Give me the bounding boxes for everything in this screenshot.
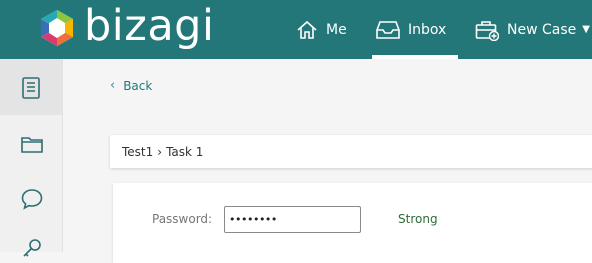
- password-strength-indicator: Strong: [398, 212, 438, 226]
- caret-down-icon[interactable]: ▼: [582, 24, 590, 35]
- password-label: Password:: [152, 212, 213, 226]
- breadcrumb-task: Task 1: [166, 144, 204, 159]
- nav-new-case[interactable]: New Case ▼: [475, 0, 590, 59]
- back-label: Back: [123, 78, 153, 93]
- key-icon[interactable]: [20, 237, 44, 259]
- back-link[interactable]: ‹ Back: [110, 78, 152, 93]
- chat-bubble-icon[interactable]: [20, 187, 44, 211]
- nav-me[interactable]: Me: [296, 0, 347, 59]
- folder-icon[interactable]: [20, 134, 44, 154]
- briefcase-add-icon: [475, 20, 499, 41]
- chevron-left-icon: ‹: [110, 78, 116, 93]
- inbox-tray-icon: [376, 20, 400, 39]
- home-icon: [297, 20, 317, 39]
- password-field[interactable]: [224, 206, 361, 233]
- top-navigation-bar: bizagi Me Inbox New Case ▼: [0, 0, 592, 59]
- nav-me-label: Me: [326, 21, 347, 38]
- nav-new-case-label: New Case: [507, 21, 577, 38]
- breadcrumb-case[interactable]: Test1: [122, 145, 153, 159]
- breadcrumb-separator: ›: [157, 144, 163, 159]
- nav-inbox[interactable]: Inbox: [372, 0, 459, 59]
- active-tab-indicator: [372, 55, 459, 59]
- breadcrumb: Test1 › Task 1: [110, 135, 592, 168]
- nav-inbox-label: Inbox: [408, 21, 447, 38]
- list-document-icon[interactable]: [20, 76, 42, 100]
- left-sidebar: [0, 59, 63, 257]
- logo-mark-icon: [41, 10, 73, 46]
- logo-text: bizagi: [84, 1, 215, 51]
